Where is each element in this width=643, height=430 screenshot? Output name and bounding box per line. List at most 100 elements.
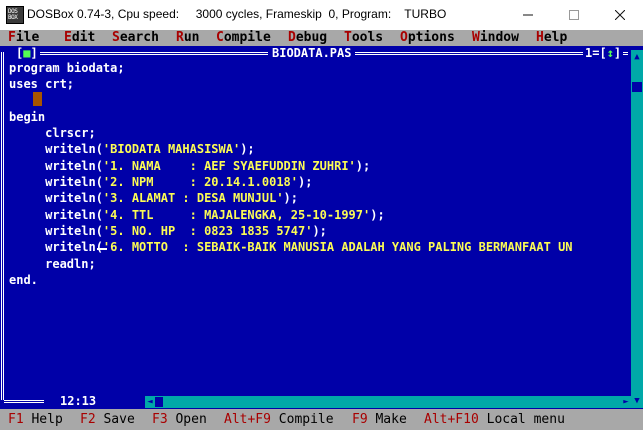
menu-hotkey: D	[288, 30, 296, 45]
minimize-icon	[523, 14, 533, 16]
code-str: '2. NPM : 20.14.1.0018'	[102, 175, 298, 190]
menu-item-2[interactable]: Search	[112, 30, 159, 46]
menu-hotkey: W	[472, 30, 480, 45]
status-key: F9	[352, 412, 368, 427]
menu-label: elp	[543, 30, 568, 45]
status-item-2[interactable]: F3 Open	[152, 412, 207, 428]
menu-label: indow	[479, 30, 519, 45]
scroll-right-icon[interactable]: ►	[621, 396, 631, 408]
frame-left-border	[1, 52, 7, 400]
horizontal-scrollbar[interactable]: ◄ ►	[145, 396, 631, 408]
editor-frame-top: [■] BIODATA.PAS 1=[↕]	[0, 46, 643, 60]
editor-zoom-box[interactable]: 1=[↕]	[583, 46, 624, 60]
status-item-0[interactable]: F1 Help	[8, 412, 63, 428]
menu-item-5[interactable]: Debug	[288, 30, 327, 46]
menu-label: ile	[15, 30, 40, 45]
code-line: writeln('5. NO. HP : 0823 1835 5747');	[9, 223, 629, 239]
horizontal-scroll-thumb[interactable]	[155, 397, 163, 407]
code-post: );	[355, 158, 371, 173]
status-label: Compile	[270, 412, 334, 427]
menu-hotkey: R	[176, 30, 184, 45]
code-line: writeln('1. NAMA : AEF SYAEFUDDIN ZUHRI'…	[9, 158, 629, 174]
code-line: program biodata;	[9, 60, 629, 76]
menu-label: un	[183, 30, 200, 45]
menu-hotkey: E	[64, 30, 72, 45]
close-box-close: ]	[30, 46, 38, 60]
code-pre: writeln(	[9, 158, 103, 173]
code-str: '5. NO. HP : 0823 1835 5747'	[102, 223, 313, 238]
code-str: '4. TTL : MAJALENGKA, 25-10-1997'	[102, 207, 371, 222]
code-str: 'BIODATA MAHASISWA'	[102, 142, 241, 157]
maximize-button[interactable]	[551, 0, 597, 30]
dosbox-window: DOS BOX DOSBox 0.74-3, Cpu speed: 3000 c…	[0, 0, 643, 430]
status-label: Open	[167, 412, 207, 427]
menu-item-0[interactable]: File	[8, 30, 39, 46]
scroll-left-icon[interactable]: ◄	[145, 396, 155, 408]
code-pre: writeln(	[9, 175, 103, 190]
status-key: Alt+F10	[424, 412, 479, 427]
status-key: Alt+F9	[224, 412, 271, 427]
menu-item-9[interactable]: Help	[536, 30, 567, 46]
code-pre: uses crt;	[9, 77, 75, 92]
menu-item-7[interactable]: Options	[400, 30, 455, 46]
code-post: );	[283, 191, 298, 206]
code-pre: end.	[9, 272, 38, 287]
menu-label: ptions	[407, 30, 455, 45]
vertical-scroll-thumb[interactable]	[632, 82, 642, 92]
menu-item-8[interactable]: Window	[472, 30, 519, 46]
code-line: writeln('3. ALAMAT : DESA MUNJUL');	[9, 190, 629, 206]
menu-hotkey: H	[536, 30, 544, 45]
zoom-arrow-icon: ↕	[606, 46, 614, 60]
code-line: clrscr;	[9, 125, 629, 141]
editor-file-title: BIODATA.PAS	[268, 47, 356, 59]
menu-label: ools	[351, 30, 384, 45]
menu-item-4[interactable]: Compile	[216, 30, 271, 46]
editor-frame-bottom: 12:13 ◄ ►	[0, 395, 643, 409]
status-item-5[interactable]: Alt+F10 Local menu	[424, 412, 565, 428]
menu-hotkey: C	[216, 30, 224, 45]
status-label: Make	[367, 412, 407, 427]
status-item-1[interactable]: F2 Save	[80, 412, 135, 428]
code-pre: writeln(	[9, 191, 103, 206]
code-pre: writeln(	[9, 223, 103, 238]
code-line: writeln('2. NPM : 20.14.1.0018');	[9, 174, 629, 190]
dosbox-app-icon[interactable]: DOS BOX	[6, 6, 24, 24]
menu-hotkey: T	[344, 30, 352, 45]
menu-label: ompile	[223, 30, 271, 45]
code-pre: writeln(	[9, 142, 103, 157]
code-pre: clrscr;	[9, 126, 96, 141]
code-str: '1. NAMA : AEF SYAEFUDDIN ZUHRI'	[102, 158, 356, 173]
code-line: readln;	[9, 256, 629, 272]
code-pre: writeln(	[9, 240, 103, 255]
title-bar[interactable]: DOS BOX DOSBox 0.74-3, Cpu speed: 3000 c…	[0, 0, 643, 31]
menu-hotkey: F	[8, 30, 16, 45]
vertical-scrollbar[interactable]: ▲ ▼	[631, 50, 643, 408]
code-editor[interactable]: program biodata; uses crt; begin clrscr; w…	[9, 60, 629, 400]
menu-label: ebug	[295, 30, 328, 45]
menu-item-1[interactable]: Edit	[64, 30, 95, 46]
code-post: );	[240, 142, 255, 157]
status-bar: F1 Help F2 Save F3 Open Alt+F9 Compile F9 Ma…	[0, 409, 643, 430]
menu-label: dit	[71, 30, 96, 45]
status-key: F3	[152, 412, 168, 427]
code-line: writeln('BIODATA MAHASISWA');	[9, 141, 629, 157]
close-button[interactable]	[597, 0, 643, 30]
status-key: F1	[8, 412, 24, 427]
window-title: DOSBox 0.74-3, Cpu speed: 3000 cycles, F…	[27, 7, 447, 21]
menu-item-3[interactable]: Run	[176, 30, 199, 46]
menu-item-6[interactable]: Tools	[344, 30, 383, 46]
status-label: Help	[23, 412, 63, 427]
frame-bottom-line	[4, 400, 44, 403]
code-str: '6. MOTTO : SEBAIK-BAIK MANUSIA ADALAH Y…	[102, 240, 573, 255]
minimize-button[interactable]	[505, 0, 551, 30]
scroll-up-icon[interactable]: ▲	[631, 52, 643, 62]
status-item-4[interactable]: F9 Make	[352, 412, 407, 428]
editor-close-box[interactable]: [■]	[14, 47, 40, 59]
code-pre: writeln(	[9, 207, 103, 222]
text-cursor	[33, 92, 42, 106]
status-item-3[interactable]: Alt+F9 Compile	[224, 412, 334, 428]
menu-label: earch	[119, 30, 159, 45]
close-icon	[615, 10, 625, 20]
status-key: F2	[80, 412, 96, 427]
